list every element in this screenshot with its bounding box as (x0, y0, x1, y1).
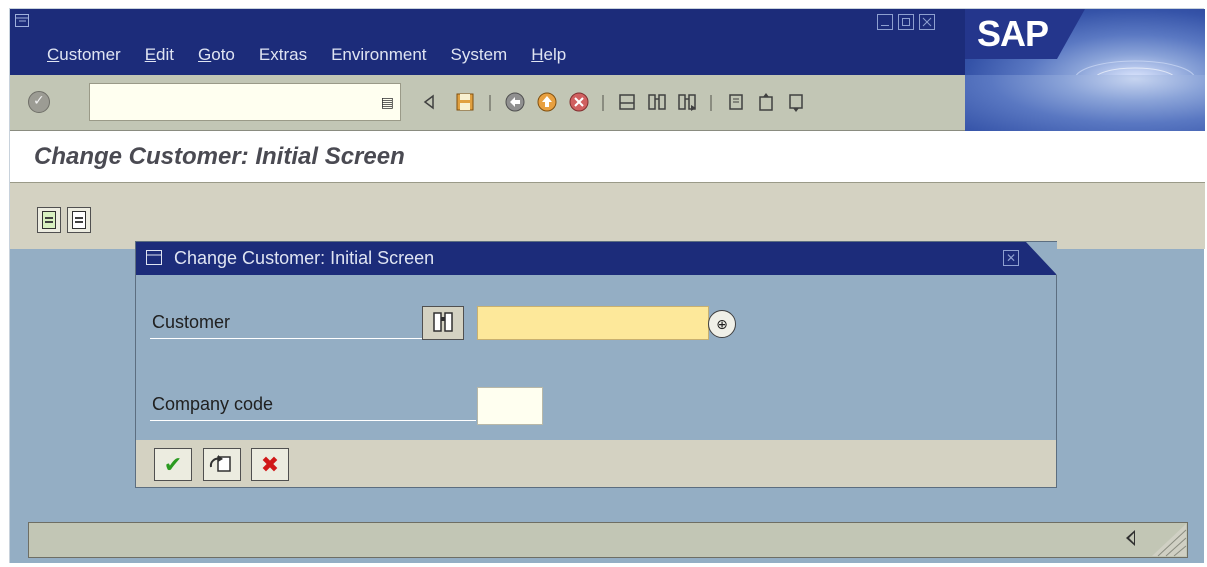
matchcode-icon[interactable]: ⊕ (708, 310, 736, 338)
menu-system[interactable]: System (451, 45, 508, 65)
sap-logo-background (965, 75, 1205, 131)
dialog-menu-icon[interactable] (146, 250, 164, 266)
menu-customer[interactable]: Customer (47, 45, 121, 65)
minimize-icon[interactable] (877, 14, 893, 30)
close-icon[interactable] (919, 14, 935, 30)
continue-icon[interactable]: ✔ (154, 448, 192, 481)
cancel-x-icon[interactable]: ✖ (251, 448, 289, 481)
menu-goto[interactable]: Goto (198, 45, 235, 65)
resize-grip-icon[interactable] (1144, 522, 1188, 558)
menu-help[interactable]: Help (531, 45, 566, 65)
save-icon[interactable] (454, 91, 476, 113)
back-arrow-icon[interactable] (419, 91, 441, 113)
company-code-label: Company code (152, 394, 274, 414)
print-icon[interactable] (616, 91, 638, 113)
sap-logo: SAP (965, 9, 1205, 75)
maximize-icon[interactable] (898, 14, 914, 30)
sap-logo-text: SAP (977, 13, 1049, 54)
menu-environment[interactable]: Environment (331, 45, 426, 65)
change-customer-dialog: Change Customer: Initial Screen ✕ Custom… (135, 241, 1057, 488)
application-toolbar (10, 183, 1205, 249)
first-page-icon[interactable] (725, 91, 747, 113)
command-field[interactable]: ▤ (89, 83, 401, 121)
next-page-icon[interactable] (785, 91, 807, 113)
title-bar: Customer Edit Goto Extras Environment Sy… (10, 9, 1205, 75)
dialog-title-bar: Change Customer: Initial Screen ✕ (136, 242, 1057, 275)
exit-icon[interactable] (536, 91, 558, 113)
other-customer-icon[interactable] (203, 448, 241, 481)
customer-label: Customer (152, 312, 231, 332)
customer-field[interactable] (477, 306, 709, 340)
search-help-icon[interactable] (422, 306, 464, 340)
sap-window: Customer Edit Goto Extras Environment Sy… (9, 8, 1205, 563)
dialog-title: Change Customer: Initial Screen (174, 248, 435, 268)
status-bar (28, 522, 1188, 558)
find-icon[interactable] (646, 91, 668, 113)
company-code-field[interactable] (477, 387, 543, 425)
command-history-icon[interactable]: ▤ (381, 94, 394, 111)
menu-bar: Customer Edit Goto Extras Environment Sy… (47, 45, 590, 65)
previous-page-icon[interactable] (755, 91, 777, 113)
standard-toolbar: ▤ (10, 75, 1205, 131)
status-bar-collapse-icon[interactable] (1126, 530, 1135, 546)
cancel-icon[interactable] (568, 91, 590, 113)
find-next-icon[interactable] (676, 91, 698, 113)
page-title: Change Customer: Initial Screen (34, 143, 405, 170)
system-menu-icon[interactable] (15, 14, 29, 27)
menu-extras[interactable]: Extras (259, 45, 307, 65)
window-controls (877, 14, 935, 30)
dialog-button-bar: ✔ ✖ (136, 440, 1056, 487)
screen-title-bar: Change Customer: Initial Screen (10, 131, 1205, 183)
dialog-close-icon[interactable]: ✕ (1003, 250, 1019, 266)
create-document-icon[interactable] (67, 207, 91, 233)
enter-check-icon[interactable] (28, 91, 50, 113)
back-icon[interactable] (504, 91, 526, 113)
menu-edit[interactable]: Edit (145, 45, 174, 65)
display-change-icon[interactable] (37, 207, 61, 233)
